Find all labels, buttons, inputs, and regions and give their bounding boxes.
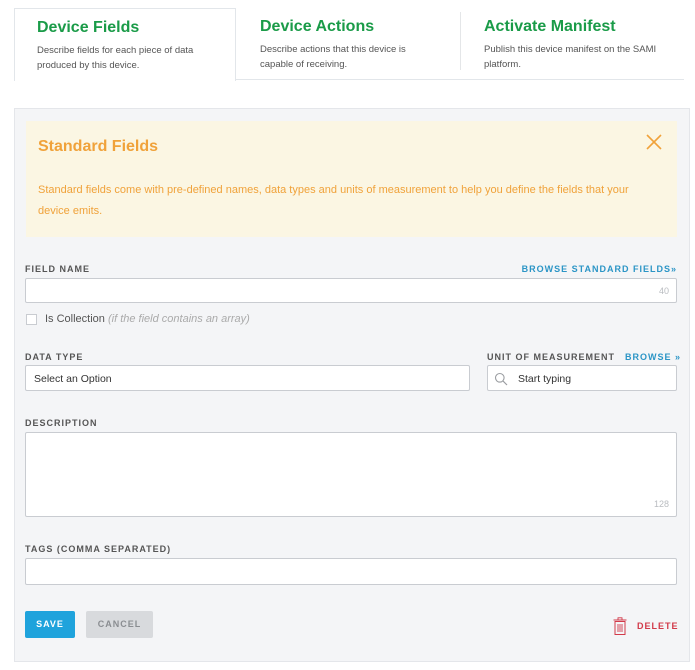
device-field-form: Standard Fields Standard fields come wit… (14, 108, 690, 662)
delete-label: DELETE (637, 621, 679, 631)
is-collection-text: Is Collection (45, 313, 105, 325)
is-collection-hint: (if the field contains an array) (107, 313, 250, 325)
tab-device-fields[interactable]: Device Fields Describe fields for each p… (14, 8, 236, 81)
description-label: DESCRIPTION (25, 418, 98, 428)
tags-label: TAGS (COMMA SEPARATED) (25, 544, 172, 554)
tabs-underline (236, 79, 684, 80)
wizard-tabs: Device Fields Describe fields for each p… (14, 8, 684, 81)
is-collection-label[interactable]: Is Collection (if the field contains an … (45, 313, 250, 325)
data-type-label: DATA TYPE (25, 352, 84, 362)
browse-units-link[interactable]: BROWSE » (625, 352, 681, 362)
tab-description: Describe fields for each piece of data p… (37, 45, 194, 71)
unit-label: UNIT OF MEASUREMENT (487, 352, 615, 362)
unit-placeholder: Start typing (518, 373, 572, 385)
is-collection-checkbox[interactable] (26, 314, 37, 325)
data-type-select[interactable]: Select an Option (25, 365, 470, 391)
unit-search-input[interactable]: Start typing (487, 365, 677, 391)
tab-activate-manifest[interactable]: Activate Manifest Publish this device ma… (460, 8, 684, 80)
standard-fields-banner: Standard Fields Standard fields come wit… (26, 121, 677, 237)
tags-input[interactable] (25, 558, 677, 585)
data-type-selected: Select an Option (34, 373, 112, 385)
close-icon[interactable] (643, 131, 665, 153)
field-name-label: FIELD NAME (25, 264, 90, 274)
trash-icon (613, 617, 627, 635)
cancel-button[interactable]: CANCEL (86, 611, 153, 638)
description-counter: 128 (654, 499, 670, 509)
tab-title: Device Actions (260, 18, 375, 35)
search-icon (494, 372, 508, 386)
save-button[interactable]: SAVE (25, 611, 75, 638)
tab-description: Describe actions that this device is cap… (260, 44, 406, 70)
browse-standard-fields-link[interactable]: BROWSE STANDARD FIELDS» (522, 264, 677, 274)
description-textarea[interactable] (25, 432, 677, 517)
field-name-input[interactable] (25, 278, 677, 303)
tab-device-actions[interactable]: Device Actions Describe actions that thi… (236, 8, 460, 80)
tab-title: Device Fields (37, 19, 140, 36)
tab-description: Publish this device manifest on the SAMI… (484, 44, 657, 70)
banner-text: Standard fields come with pre-defined na… (38, 184, 629, 217)
banner-title: Standard Fields (38, 138, 159, 155)
tab-title: Activate Manifest (484, 18, 616, 35)
field-name-counter: 40 (659, 286, 670, 296)
